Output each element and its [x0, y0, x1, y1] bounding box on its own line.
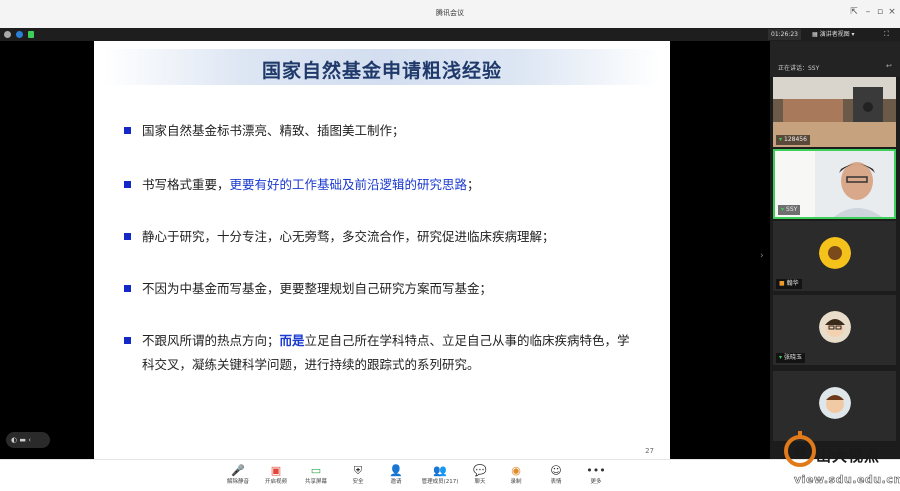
manage-members-label: 管理成员(217) [421, 479, 459, 485]
record-icon: ◉ [511, 464, 521, 477]
meeting-info-icon[interactable] [4, 31, 11, 38]
bullet-segment: 静心于研究，十分专注，心无旁骛，多交流合作，研究促进临床疾病理解； [142, 229, 555, 244]
expand-icon[interactable]: ▬ [19, 436, 28, 444]
start-video-label: 开启视频 [264, 479, 287, 485]
bullet-segment: 国家自然基金标书漂亮、精致、插图美工制作； [142, 123, 405, 138]
share-screen-icon: ▭ [310, 464, 322, 477]
record-label: 录制 [510, 479, 522, 485]
participant-tile[interactable]: ▾ 128456 [773, 77, 896, 147]
security-label: 安全 [352, 479, 364, 485]
emoji-icon: ☺ [550, 464, 562, 477]
unmute-label: 解除静音 [226, 479, 249, 485]
chevron-down-icon: ▾ [849, 31, 855, 38]
cartoon-avatar-icon [819, 387, 851, 419]
shared-screen-stage: 国家自然基金申请粗浅经验 国家自然基金标书漂亮、精致、插图美工制作； 书写格式重… [0, 41, 770, 459]
chat-label: 聊天 [474, 479, 486, 485]
participant-tile[interactable]: ▾ 张晓玉 [773, 295, 896, 365]
unmute-button[interactable]: 🎤 解除静音 [220, 463, 256, 490]
meeting-toolbar: 🎤 解除静音 ▣ 开启视频 ▭ 共享屏幕 ⛨ 安全 👤 邀请 👥 管理成员(217) 💬 聊天… [0, 459, 900, 491]
more-label: 更多 [590, 479, 602, 485]
mic-icon: ▾ [779, 354, 783, 361]
invite-button[interactable]: 👤 邀请 [378, 463, 414, 490]
participant-tile[interactable]: ■ 翰华 [773, 221, 896, 291]
chat-icon: 💬 [473, 464, 487, 477]
bullet-text: 不跟风所谓的热点方向；而是立足自己所在学科特点、立足自己从事的临床疾病特色，学科… [142, 329, 642, 377]
watermark-logo-text: 山大视点 [816, 447, 881, 465]
layout-icon: ▦ [812, 31, 820, 38]
chevron-left-icon[interactable]: ‹ [28, 436, 31, 444]
title-bar: 腾讯会议 ⇱ – ▫ × [0, 0, 900, 28]
security-icon: ⛨ [353, 464, 363, 477]
panel-header: 正在讲话：SSY ↩ [770, 41, 900, 77]
slide-page-number: 27 [645, 447, 654, 455]
panel-options-icon[interactable]: ↩ [886, 62, 892, 70]
maximize-button[interactable]: ▫ [874, 6, 886, 18]
collapse-panel-icon[interactable]: › [760, 251, 764, 261]
presentation-slide: 国家自然基金申请粗浅经验 国家自然基金标书漂亮、精致、插图美工制作； 书写格式重… [94, 41, 670, 459]
window-title: 腾讯会议 [436, 9, 464, 17]
bullet-text: 静心于研究，十分专注，心无旁骛，多交流合作，研究促进临床疾病理解； [142, 225, 642, 249]
mic-icon: ▾ [779, 136, 783, 143]
participant-name: ▾ 张晓玉 [776, 353, 806, 363]
slide-title: 国家自然基金申请粗浅经验 [261, 60, 502, 82]
host-icon: ■ [779, 280, 785, 287]
emoji-button[interactable]: ☺ 表情 [538, 463, 574, 490]
emoji-label: 表情 [550, 479, 562, 485]
mic-icon: 🎤 [231, 464, 245, 477]
more-button[interactable]: ••• 更多 [578, 463, 614, 490]
bullet-text: 书写格式重要，更要有好的工作基础及前沿逻辑的研究思路； [142, 173, 642, 197]
signal-icon [28, 31, 34, 38]
screen-share-controls[interactable]: ◐ ▬ ‹ [6, 432, 50, 448]
bullet-segment: 不因为中基金而写基金，更要整理规划自己研究方案而写基金； [142, 281, 493, 296]
bullet-marker [124, 233, 131, 240]
participant-name: ■ 翰华 [776, 279, 802, 289]
annotate-icon[interactable]: ◐ [11, 436, 17, 444]
watermark-url: view.sdu.edu.cn [794, 473, 900, 487]
participant-tile-active[interactable]: ▾ SSY [773, 149, 896, 219]
sunflower-avatar-icon [819, 237, 851, 269]
participant-panel: 正在讲话：SSY ↩ ▾ 128456 ▾ SSY ■ 翰华 ▾ 张晓玉 [770, 41, 900, 459]
share-screen-button[interactable]: ▭ 共享屏幕 [298, 463, 334, 490]
mic-icon: ▾ [781, 206, 785, 213]
speaking-indicator: 正在讲话：SSY [778, 65, 820, 72]
security-shield-icon[interactable] [16, 31, 23, 38]
meeting-timer: 01:26:23 [768, 29, 801, 40]
speaker-view-button[interactable]: ▦ 演讲者视图 ▾ [812, 29, 855, 40]
meeting-info-bar: 01:26:23 ▦ 演讲者视图 ▾ ⛶ [0, 28, 900, 41]
manage-members-button[interactable]: 👥 管理成员(217) [418, 463, 462, 490]
share-screen-label: 共享屏幕 [304, 479, 327, 485]
bullet-marker [124, 285, 131, 292]
speaker-view-label: 演讲者视图 [819, 31, 850, 38]
camera-icon: ▣ [270, 464, 282, 477]
start-video-button[interactable]: ▣ 开启视频 [258, 463, 294, 490]
chat-button[interactable]: 💬 聊天 [462, 463, 498, 490]
bullet-highlight: 更要有好的工作基础及前沿逻辑的研究思路 [229, 177, 468, 192]
members-icon: 👥 [433, 464, 447, 477]
security-button[interactable]: ⛨ 安全 [340, 463, 376, 490]
participant-name: ▾ SSY [778, 205, 801, 215]
pin-icon[interactable]: ⇱ [848, 6, 860, 18]
fullscreen-icon[interactable]: ⛶ [884, 29, 894, 40]
bullet-segment: 书写格式重要， [142, 177, 230, 192]
participant-name: ▾ 128456 [776, 135, 810, 145]
close-button[interactable]: × [886, 6, 898, 18]
record-button[interactable]: ◉ 录制 [498, 463, 534, 490]
bullet-marker [124, 181, 131, 188]
bullet-segment: ； [467, 177, 480, 192]
bullet-marker [124, 127, 131, 134]
invite-icon: 👤 [389, 464, 403, 477]
bullet-text: 国家自然基金标书漂亮、精致、插图美工制作； [142, 119, 642, 143]
more-icon: ••• [586, 464, 606, 477]
watermark: 山大视点 view.sdu.edu.cn [780, 425, 900, 489]
watermark-logo-icon [784, 431, 816, 467]
bullet-marker [124, 337, 131, 344]
invite-label: 邀请 [390, 479, 402, 485]
meeting-window: 腾讯会议 ⇱ – ▫ × 01:26:23 ▦ 演讲者视图 ▾ ⛶ 国家自然基金… [0, 0, 900, 491]
bullet-segment: 不跟风所谓的热点方向； [142, 333, 280, 348]
bullet-highlight: 而是 [279, 333, 305, 348]
cartoon-avatar-icon [819, 311, 851, 343]
bullet-text: 不因为中基金而写基金，更要整理规划自己研究方案而写基金； [142, 277, 642, 301]
minimize-button[interactable]: – [862, 6, 874, 18]
